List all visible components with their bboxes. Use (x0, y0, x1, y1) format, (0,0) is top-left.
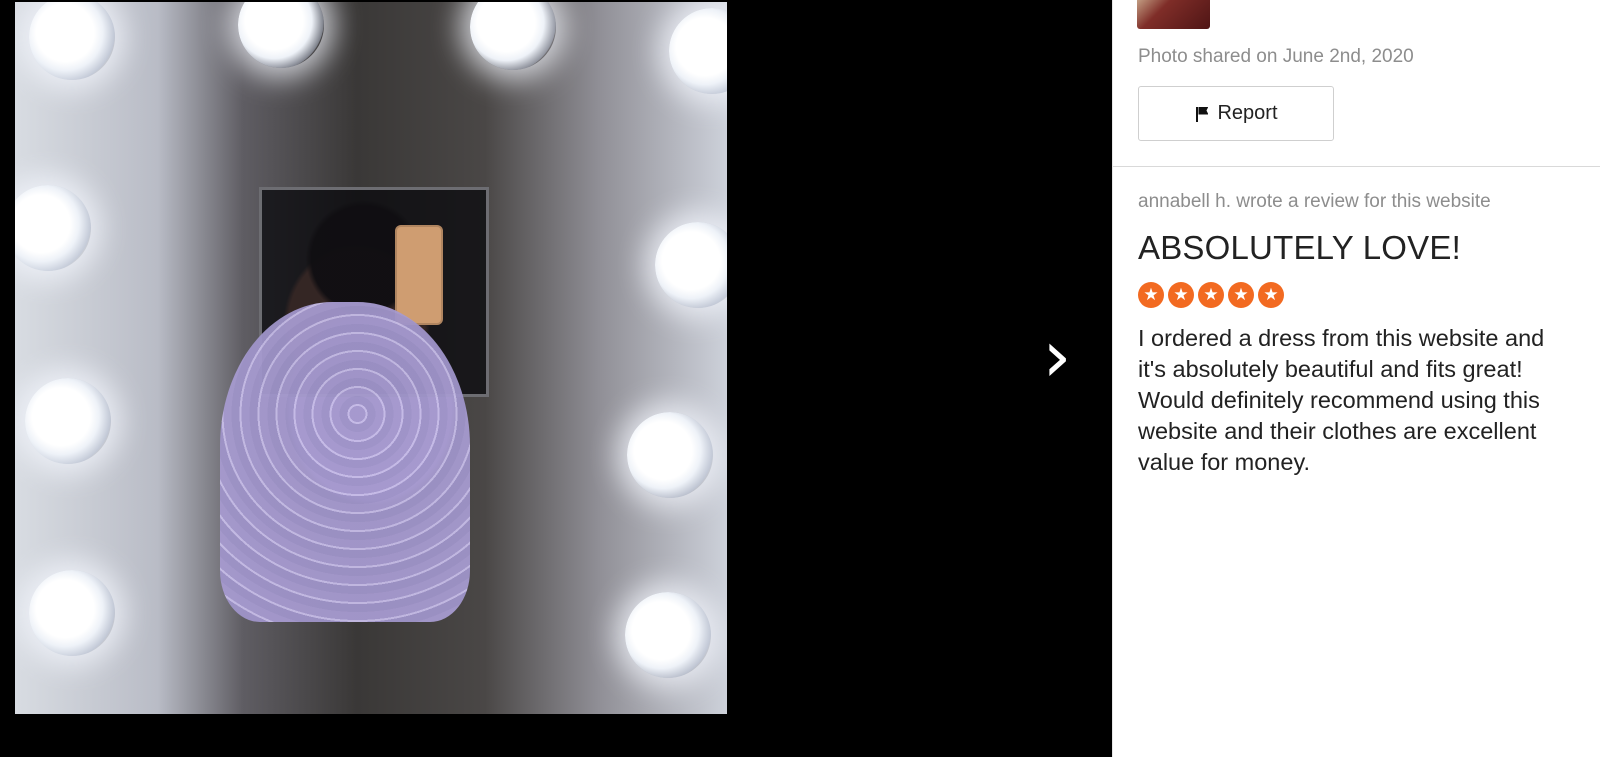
flag-icon (1194, 106, 1208, 122)
star-icon: ★ (1168, 282, 1194, 308)
avatar (1137, 0, 1210, 29)
star-icon: ★ (1138, 282, 1164, 308)
mirror-light-icon (470, 2, 556, 70)
mirror-light-icon (625, 592, 711, 678)
mirror-light-icon (25, 378, 111, 464)
review-sidebar: Photo shared on June 2nd, 2020 Report an… (1112, 0, 1600, 757)
star-icon: ★ (1228, 282, 1254, 308)
mirror-light-icon (627, 412, 713, 498)
mirror-light-icon (15, 185, 91, 271)
review-photo (15, 2, 727, 714)
star-icon: ★ (1198, 282, 1224, 308)
mirror-light-icon (29, 2, 115, 80)
review-title: ABSOLUTELY LOVE! (1138, 229, 1461, 266)
review-body: I ordered a dress from this website and … (1138, 325, 1545, 475)
rating-stars: ★ ★ ★ ★ ★ (1138, 282, 1284, 308)
photo-viewer: › (0, 0, 1112, 757)
review-meta: annabell h. wrote a review for this webs… (1138, 191, 1491, 212)
mirror-light-icon (669, 8, 727, 94)
section-divider (1113, 166, 1600, 167)
photo-shared-date: Photo shared on June 2nd, 2020 (1138, 46, 1414, 67)
report-button[interactable]: Report (1138, 86, 1334, 141)
mirror-light-icon (238, 2, 324, 68)
phone-icon (395, 225, 443, 325)
star-icon: ★ (1258, 282, 1284, 308)
dress-shape (220, 302, 470, 622)
report-label: Report (1217, 102, 1278, 124)
chevron-right-icon[interactable]: › (1032, 320, 1082, 392)
mirror-light-icon (655, 222, 727, 308)
mirror-light-icon (29, 570, 115, 656)
